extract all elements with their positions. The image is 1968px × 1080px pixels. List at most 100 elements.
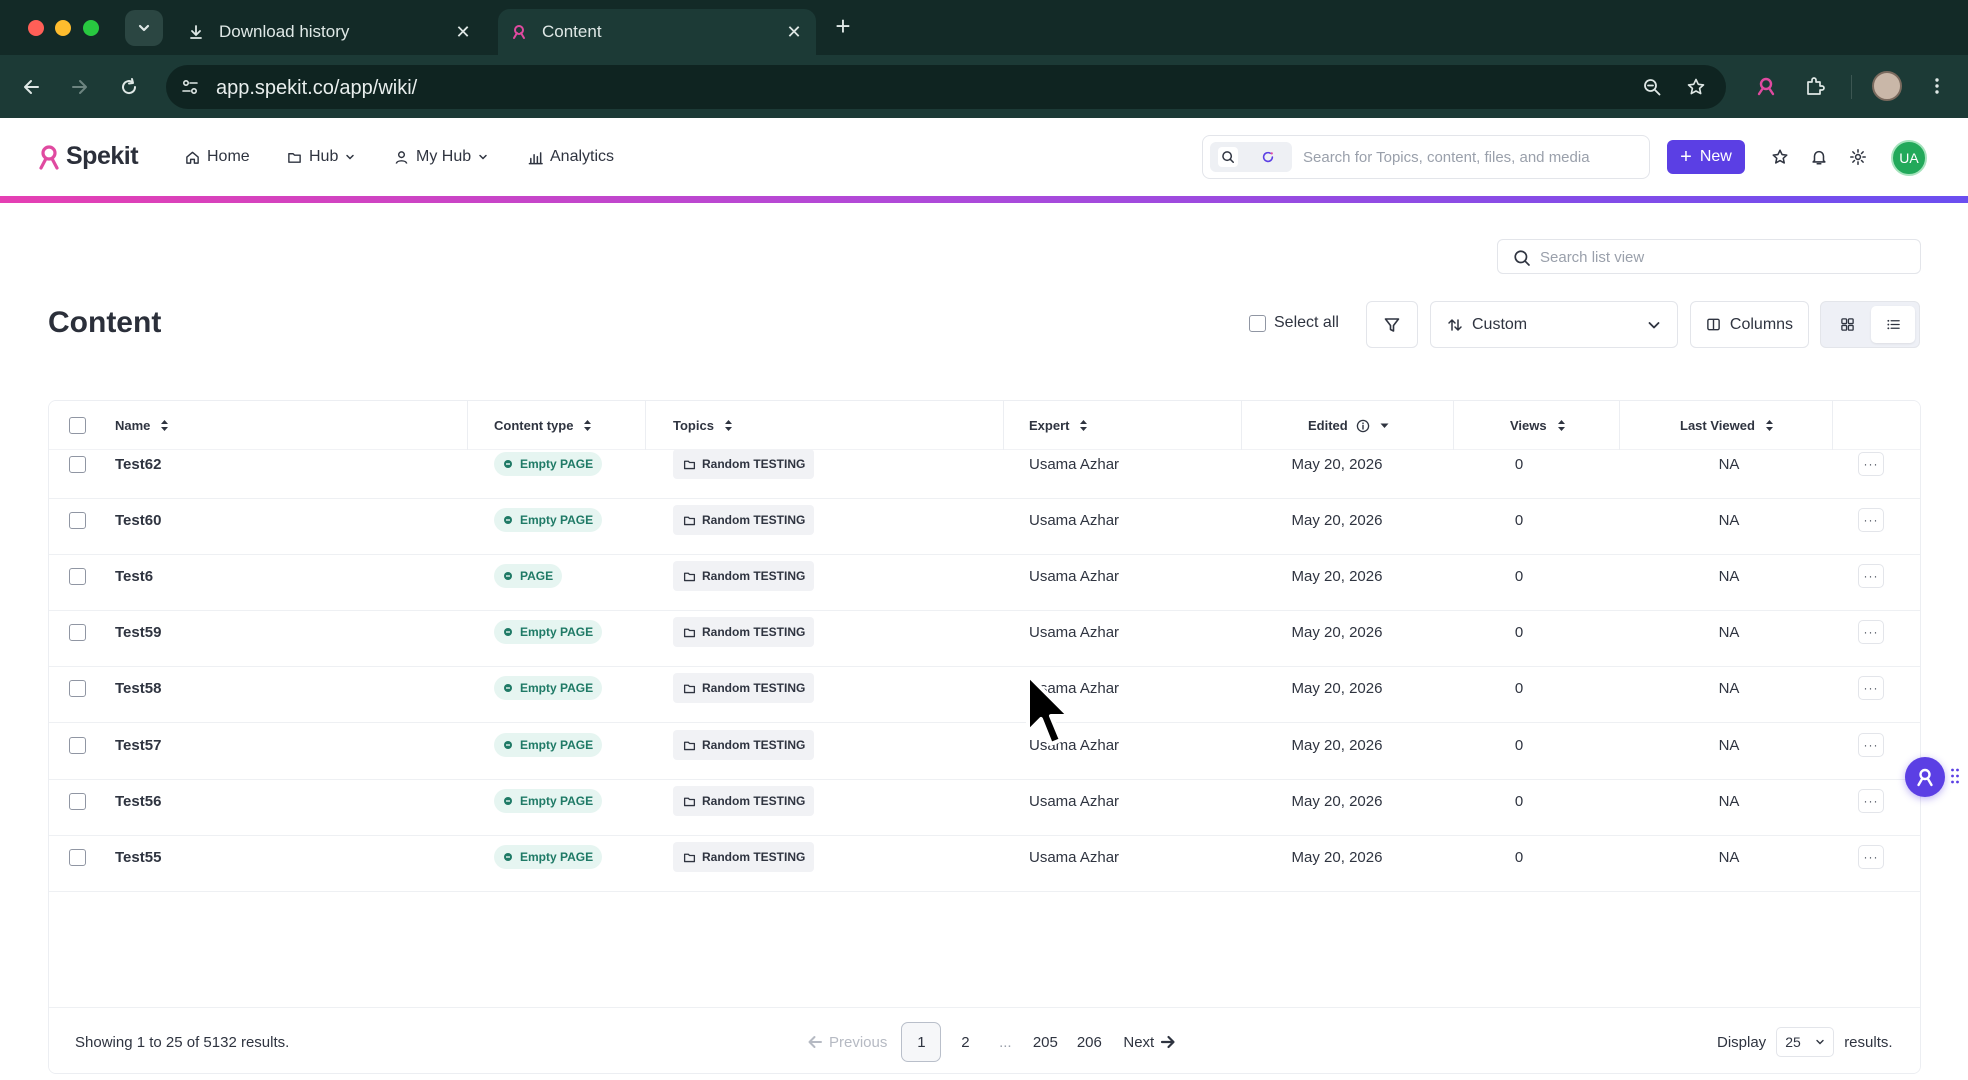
maximize-window-button[interactable]: [83, 20, 99, 36]
select-all-checkbox[interactable]: Select all: [1249, 314, 1339, 332]
page-button-206[interactable]: 206: [1069, 1022, 1109, 1062]
new-button-label: New: [1699, 148, 1732, 165]
filter-button[interactable]: [1366, 301, 1418, 348]
more-icon: ···: [1858, 733, 1884, 757]
search-mode-toggle[interactable]: [1210, 142, 1292, 172]
nav-home[interactable]: Home: [184, 148, 250, 166]
spekit-extension-icon[interactable]: [1751, 71, 1781, 101]
sort-icon: [1079, 419, 1088, 432]
page-size-select[interactable]: 25: [1776, 1027, 1835, 1057]
grid-view-button[interactable]: [1825, 306, 1869, 343]
spekit-logo[interactable]: Spekit: [36, 142, 139, 171]
list-search-input[interactable]: Search list view: [1497, 239, 1921, 274]
list-view-button[interactable]: [1871, 306, 1915, 343]
zoom-icon[interactable]: [1640, 75, 1664, 99]
favorites-star-icon[interactable]: [1769, 146, 1791, 168]
address-bar[interactable]: app.spekit.co/app/wiki/: [166, 65, 1726, 109]
new-tab-button[interactable]: +: [830, 13, 856, 40]
topic-tag[interactable]: Random TESTING: [673, 561, 815, 591]
search-icon[interactable]: [1218, 147, 1238, 167]
column-header-expert[interactable]: Expert: [1029, 401, 1088, 450]
topic-tag[interactable]: Random TESTING: [673, 673, 815, 703]
topic-tag[interactable]: Random TESTING: [673, 617, 815, 647]
folder-icon: [682, 681, 696, 695]
drag-handle-icon[interactable]: [1950, 767, 1962, 787]
content-type-cell: Empty PAGE: [494, 822, 603, 892]
site-settings-icon[interactable]: [178, 75, 202, 99]
topic-tag[interactable]: Random TESTING: [673, 450, 815, 479]
column-header-edited[interactable]: Edited: [1308, 401, 1389, 450]
nav-my-hub[interactable]: My Hub: [393, 148, 488, 166]
gear-icon[interactable]: [1847, 146, 1869, 168]
page-button-205[interactable]: 205: [1025, 1022, 1065, 1062]
spekit-icon: [510, 23, 528, 41]
next-page-button[interactable]: Next: [1123, 1034, 1176, 1051]
user-avatar[interactable]: UA: [1891, 140, 1927, 176]
bell-icon[interactable]: [1808, 146, 1830, 168]
columns-icon: [1706, 317, 1722, 333]
column-header-topics[interactable]: Topics: [673, 401, 733, 450]
page-size-control: Display 25 results.: [1717, 1026, 1893, 1058]
row-actions-button[interactable]: ···: [1858, 822, 1884, 892]
table-row[interactable]: Test55 Empty PAGE Random TESTING Usama Azha…: [49, 822, 1920, 892]
topic-tag[interactable]: Random TESTING: [673, 505, 815, 535]
nav-analytics[interactable]: Analytics: [527, 148, 614, 166]
reload-button[interactable]: [114, 72, 144, 102]
content-name[interactable]: Test55: [115, 822, 161, 892]
column-divider: [1832, 401, 1833, 450]
sort-dropdown[interactable]: Custom: [1430, 301, 1678, 348]
browser-profile-avatar[interactable]: [1872, 71, 1902, 101]
page-button-2[interactable]: 2: [945, 1022, 985, 1062]
columns-button[interactable]: Columns: [1690, 301, 1809, 348]
ai-search-icon[interactable]: [1258, 147, 1278, 167]
topic-tag[interactable]: Random TESTING: [673, 786, 815, 816]
previous-page-button[interactable]: Previous: [807, 1034, 887, 1051]
header-select-checkbox[interactable]: [69, 401, 86, 450]
column-header-name[interactable]: Name: [115, 401, 169, 450]
search-placeholder: Search for Topics, content, files, and m…: [1303, 149, 1590, 166]
search-icon: [1512, 248, 1532, 268]
column-header-views[interactable]: Views: [1510, 401, 1566, 450]
extensions-puzzle-icon[interactable]: [1800, 71, 1830, 101]
spekit-icon: [1917, 768, 1933, 787]
tab-search-button[interactable]: [125, 10, 163, 46]
info-icon[interactable]: [1356, 419, 1370, 433]
nav-hub[interactable]: Hub: [286, 148, 355, 166]
grid-icon: [1840, 318, 1854, 331]
close-window-button[interactable]: [28, 20, 44, 36]
forward-button[interactable]: [64, 72, 94, 102]
browser-menu-icon[interactable]: [1922, 71, 1952, 101]
column-label: Topics: [673, 418, 714, 433]
tab-content[interactable]: Content ✕: [498, 9, 816, 55]
chevron-down-icon: [1645, 316, 1663, 334]
content-type-label: Empty PAGE: [520, 681, 594, 695]
app-header: Spekit Home Hub My Hub Analytics Search …: [0, 118, 1968, 196]
spekit-helper-button[interactable]: [1905, 757, 1945, 797]
content-type-label: Empty PAGE: [520, 457, 594, 471]
content-type-badge: Empty PAGE: [494, 733, 603, 757]
column-header-content-type[interactable]: Content type: [494, 401, 592, 450]
new-button[interactable]: + New: [1667, 140, 1745, 174]
nav-my-hub-label: My Hub: [416, 148, 472, 165]
more-icon: ···: [1858, 452, 1884, 476]
column-header-last-viewed[interactable]: Last Viewed: [1680, 401, 1774, 450]
column-divider: [1241, 401, 1242, 450]
global-search[interactable]: Search for Topics, content, files, and m…: [1202, 135, 1650, 179]
tab-strip: Download history ✕ Content ✕ +: [0, 0, 1968, 55]
tab-download-history[interactable]: Download history ✕: [175, 9, 485, 55]
topic-label: Random TESTING: [702, 681, 806, 695]
last-viewed: NA: [1718, 848, 1740, 866]
close-icon[interactable]: ✕: [451, 20, 475, 44]
row-checkbox[interactable]: [69, 822, 86, 892]
page-button-1[interactable]: 1: [901, 1022, 942, 1062]
content-type-label: Empty PAGE: [520, 738, 594, 752]
back-button[interactable]: [17, 72, 47, 102]
analytics-icon: [527, 149, 543, 165]
bookmark-star-icon[interactable]: [1684, 75, 1708, 99]
checkbox[interactable]: [1249, 314, 1266, 332]
minimize-window-button[interactable]: [55, 20, 71, 36]
close-icon[interactable]: ✕: [782, 20, 806, 44]
sort-descending-icon: [1380, 423, 1389, 429]
topic-tag[interactable]: Random TESTING: [673, 842, 815, 872]
topic-tag[interactable]: Random TESTING: [673, 730, 815, 760]
